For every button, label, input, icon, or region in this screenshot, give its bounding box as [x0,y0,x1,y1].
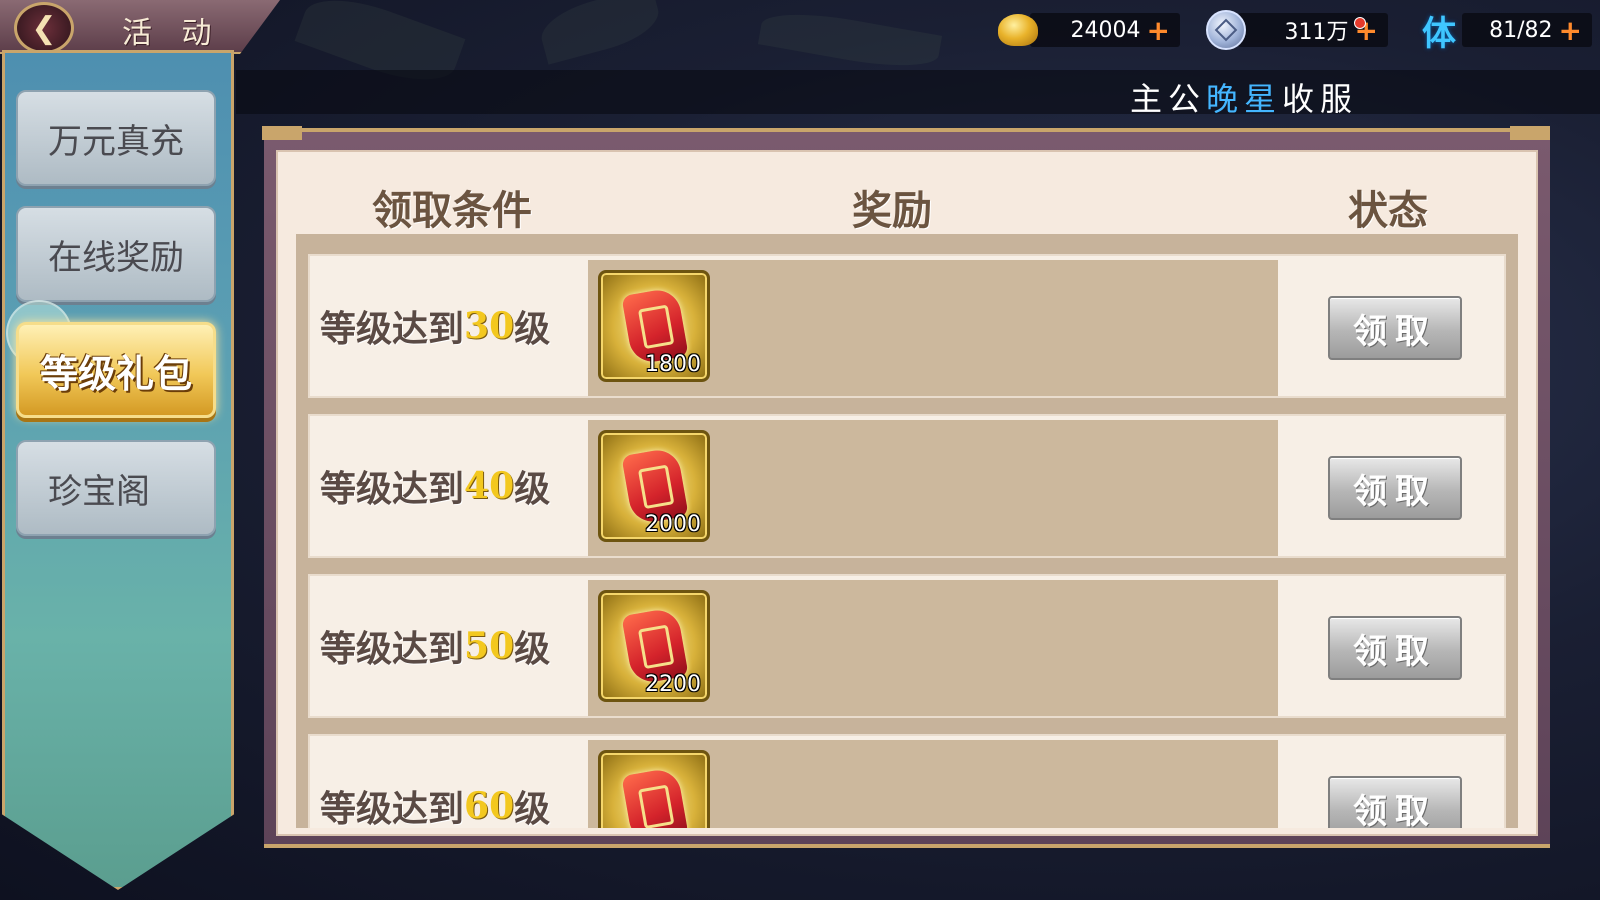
reward-item[interactable]: 2000 [598,430,710,542]
cond-level: 30 [464,305,515,347]
cond-prefix: 等级达到 [320,788,465,828]
coin-value: 311万 [1284,20,1349,45]
server-banner [236,70,1600,114]
coin-resource: 311万 + [1206,10,1388,50]
table-row: 等级达到 40 级 2000 领取 [308,414,1506,558]
header-status: 状态 [1348,187,1428,234]
cond-level: 50 [464,625,515,667]
claim-button[interactable]: 领取 [1328,776,1462,828]
reward-item[interactable]: 2200 [598,590,710,702]
table-row: 等级达到 50 级 2200 领取 [308,574,1506,718]
row-condition: 等级达到 50 级 [320,576,590,716]
background-leaf [757,4,943,76]
table-row: 等级达到 30 级 1800 领取 [308,254,1506,398]
gold-pill: 24004 + [1030,13,1180,47]
coin-pill: 311万 + [1238,13,1388,47]
cond-suffix: 级 [514,628,551,670]
sidebar-item-level-gift[interactable]: 等级礼包 [16,322,216,418]
row-condition: 等级达到 60 级 [320,736,590,828]
header-condition: 领取条件 [372,187,532,234]
sidebar-item-online-reward[interactable]: 在线奖励 [16,206,216,302]
item-count: 1800 [645,352,701,377]
cond-suffix: 级 [514,788,551,828]
gold-resource: 24004 + [998,10,1180,50]
cond-prefix: 等级达到 [320,468,465,510]
claim-button[interactable]: 领取 [1328,296,1462,360]
gold-value: 24004 [1070,17,1141,43]
header-reward: 奖励 [852,187,932,234]
server-name: 晚星 [1206,80,1283,118]
item-count: 2200 [645,672,701,697]
sidebar-item-label: 万元真充 [48,121,184,162]
server-message: 主公晚星收服 [1130,74,1358,120]
item-count: 2000 [645,512,701,537]
cond-suffix: 级 [514,308,551,350]
claim-button[interactable]: 领取 [1328,456,1462,520]
scroll-item-icon [621,766,689,828]
gold-plus-button[interactable]: + [1147,14,1170,47]
back-arrow-icon: ❮ [31,10,57,46]
sidebar-item-recharge[interactable]: 万元真充 [16,90,216,186]
silver-coin-icon [1206,10,1246,50]
corner-ornament [1510,126,1550,140]
reward-item[interactable]: 1800 [598,270,710,382]
server-prefix: 主公 [1130,80,1207,118]
sidebar-item-label: 珍宝阁 [48,471,150,512]
reward-item[interactable] [598,750,710,828]
notification-dot [1354,17,1366,29]
page-title: 活 动 [122,16,222,51]
row-condition: 等级达到 40 级 [320,416,590,556]
stamina-plus-button[interactable]: + [1559,14,1582,47]
stamina-resource: 体 81/82 + [1422,10,1592,54]
server-suffix: 收服 [1282,80,1359,118]
cond-level: 40 [464,465,515,507]
stamina-icon: 体 [1422,13,1456,54]
back-button[interactable]: ❮ [14,2,74,54]
reward-list[interactable]: 等级达到 30 级 1800 领取 等级达到 40 级 2000 领取 等级达到 50 级 … [296,234,1518,828]
background-leaf [535,0,665,65]
stamina-pill: 81/82 + [1462,13,1592,47]
cond-suffix: 级 [514,468,551,510]
sidebar-item-treasure[interactable]: 珍宝阁 [16,440,216,536]
cond-prefix: 等级达到 [320,308,465,350]
cond-prefix: 等级达到 [320,628,465,670]
row-condition: 等级达到 30 级 [320,256,590,396]
cond-level: 60 [464,785,515,827]
sidebar-item-label: 在线奖励 [48,237,184,278]
corner-ornament [262,126,302,140]
sidebar-item-label: 等级礼包 [39,350,192,396]
claim-button[interactable]: 领取 [1328,616,1462,680]
gold-ingot-icon [998,14,1038,46]
table-row: 等级达到 60 级 领取 [308,734,1506,828]
stamina-value: 81/82 [1489,17,1553,43]
